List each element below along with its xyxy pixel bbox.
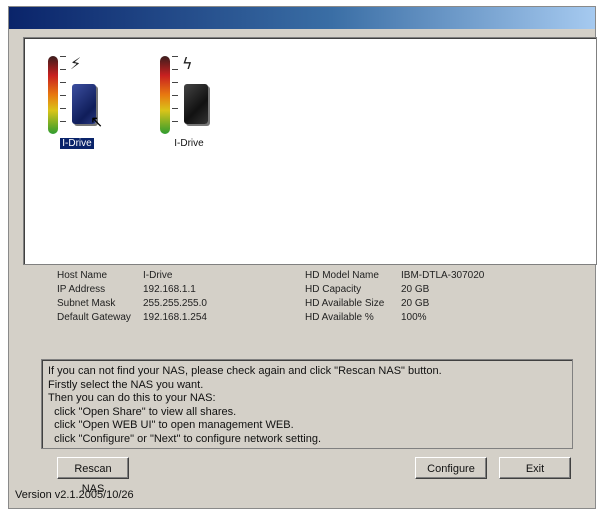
hd-model-label: HD Model Name xyxy=(305,270,379,281)
nas-finder-window: ⚡ ↖ I-Drive ϟ I-Drive Host Name I-Drive I… xyxy=(8,6,597,509)
ip-address-value: 192.168.1.1 xyxy=(143,284,196,295)
title-bar[interactable] xyxy=(9,7,595,29)
device-label[interactable]: I-Drive xyxy=(154,138,224,149)
message-line: If you can not find your NAS, please che… xyxy=(48,365,442,377)
hd-available-size-value: 20 GB xyxy=(401,298,430,309)
exit-button[interactable]: Exit xyxy=(499,457,571,479)
default-gateway-label: Default Gateway xyxy=(57,312,131,323)
hd-capacity-label: HD Capacity xyxy=(305,284,362,295)
configure-button[interactable]: Configure xyxy=(415,457,487,479)
version-label: Version v2.1.2005/10/26 xyxy=(15,489,134,501)
default-gateway-value: 192.168.1.254 xyxy=(143,312,207,323)
host-name-label: Host Name xyxy=(57,270,108,281)
hd-model-value: IBM-DTLA-307020 xyxy=(401,270,485,281)
link-lightning-icon: ϟ xyxy=(182,54,193,73)
mouse-cursor-icon: ↖ xyxy=(90,112,104,131)
device-label[interactable]: I-Drive xyxy=(42,138,112,149)
hd-available-percent-value: 100% xyxy=(401,312,427,323)
message-line: click "Configure" or "Next" to configure… xyxy=(48,432,322,445)
subnet-mask-label: Subnet Mask xyxy=(57,298,116,309)
ip-address-label: IP Address xyxy=(57,284,106,295)
device-item-idrive-2[interactable]: ϟ I-Drive xyxy=(154,48,224,149)
hd-capacity-value: 20 GB xyxy=(401,284,430,295)
message-line: Firstly select the NAS you want. xyxy=(48,378,204,391)
device-item-idrive-1[interactable]: ⚡ ↖ I-Drive xyxy=(42,48,112,149)
signal-meter-icon xyxy=(160,56,170,134)
message-line: click "Open Share" to view all shares. xyxy=(48,405,237,418)
host-name-value: I-Drive xyxy=(143,270,173,281)
hd-info: HD Model Name IBM-DTLA-307020 HD Capacity… xyxy=(305,269,484,325)
rescan-nas-button[interactable]: Rescan NAS xyxy=(57,457,129,495)
hd-available-size-label: HD Available Size xyxy=(305,298,385,309)
signal-meter-icon xyxy=(48,56,58,134)
message-line: Then you can do this to your NAS: xyxy=(48,392,216,404)
link-lightning-icon: ⚡ xyxy=(70,54,82,73)
device-list-panel[interactable]: ⚡ ↖ I-Drive ϟ I-Drive xyxy=(23,37,597,265)
message-line: click "Open WEB UI" to open management W… xyxy=(48,419,294,431)
subnet-mask-value: 255.255.255.0 xyxy=(143,298,207,309)
hd-available-percent-label: HD Available % xyxy=(305,312,374,323)
nas-drive-icon[interactable] xyxy=(184,84,208,124)
instructions-message-box: If you can not find your NAS, please che… xyxy=(41,359,573,449)
host-info: Host Name I-Drive IP Address 192.168.1.1 S… xyxy=(57,269,207,325)
